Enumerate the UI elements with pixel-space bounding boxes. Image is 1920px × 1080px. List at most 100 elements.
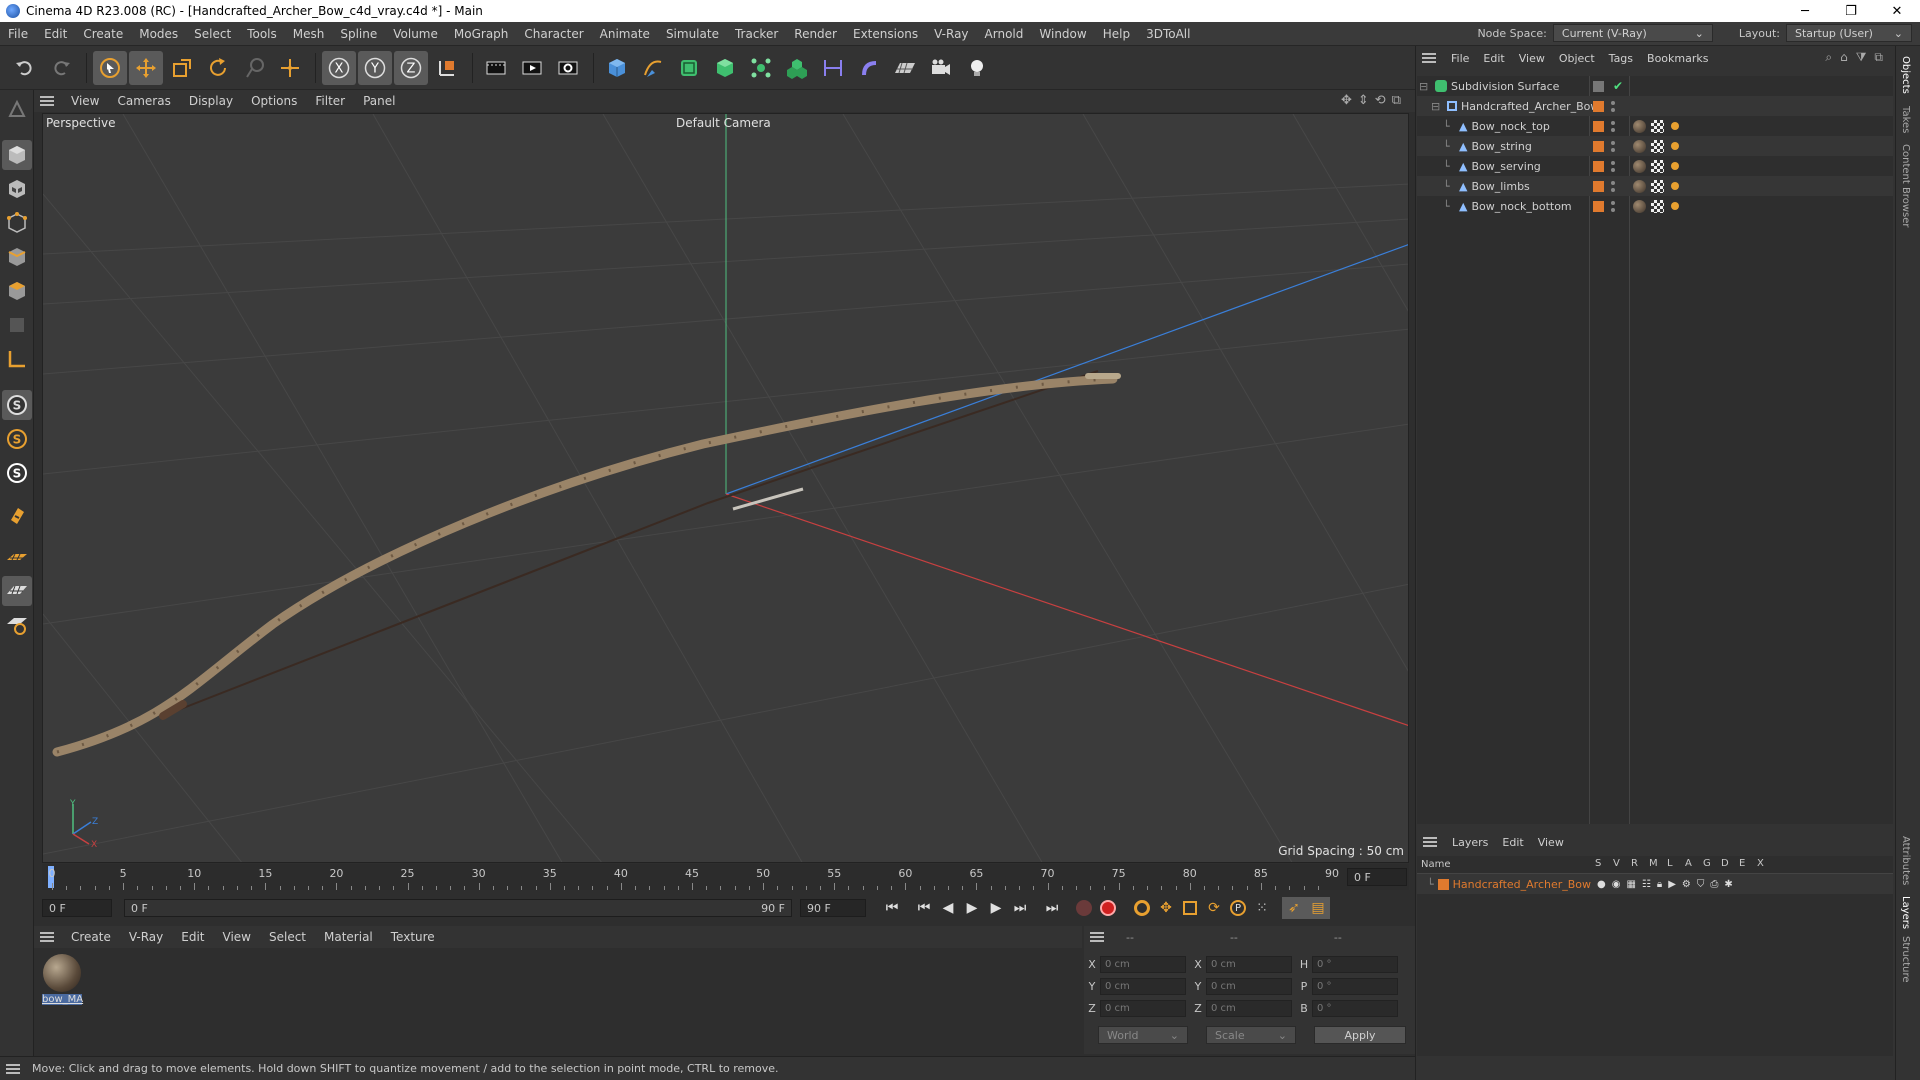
next-frame-button[interactable]: ▶: [984, 897, 1008, 919]
layer-color-icon[interactable]: [1593, 200, 1604, 212]
viewport-menu-filter[interactable]: Filter: [306, 94, 354, 108]
menu-spline[interactable]: Spline: [332, 27, 385, 41]
start-frame-field[interactable]: 0 F: [42, 899, 112, 917]
layer-menu-icon[interactable]: [1423, 837, 1437, 847]
viewport-rotate-icon[interactable]: ⟲: [1375, 93, 1386, 108]
menu-tracker[interactable]: Tracker: [727, 27, 786, 41]
layer-deformer-icon[interactable]: ⛉: [1697, 879, 1705, 890]
field-button[interactable]: [852, 51, 886, 85]
perspective-viewport[interactable]: Perspective Default Camera Grid Spacing …: [42, 113, 1409, 863]
render-view-button[interactable]: [515, 51, 549, 85]
transform-tool-button[interactable]: [273, 51, 307, 85]
side-tab-content-browser[interactable]: Content Browser: [1900, 144, 1911, 227]
viewport-camera-name[interactable]: Default Camera: [676, 116, 771, 130]
object-row-bow-nock-bottom[interactable]: └ ▲ Bow_nock_bottom: [1417, 196, 1893, 216]
pen-spline-button[interactable]: [636, 51, 670, 85]
filter-icon[interactable]: ⧩: [1856, 50, 1867, 65]
phong-tag-icon[interactable]: [1671, 122, 1679, 130]
size-x-field[interactable]: 0 cm: [1206, 955, 1292, 973]
make-editable-button[interactable]: [2, 94, 32, 124]
home-icon[interactable]: ⌂: [1840, 50, 1848, 65]
layer-flag-header[interactable]: A: [1685, 858, 1703, 869]
x-axis-button[interactable]: X: [322, 50, 356, 85]
object-row-subdivision-surface[interactable]: ⊟ Subdivision Surface ✔: [1417, 76, 1893, 96]
workplane-button[interactable]: [2, 542, 32, 572]
object-menu-edit[interactable]: Edit: [1476, 52, 1511, 65]
layer-color-icon[interactable]: [1593, 120, 1604, 132]
layer-flag-header[interactable]: E: [1739, 858, 1757, 869]
menu-extensions[interactable]: Extensions: [845, 27, 926, 41]
object-menu-view[interactable]: View: [1512, 52, 1552, 65]
layer-color-icon[interactable]: [1593, 180, 1604, 192]
coordinates-menu-icon[interactable]: [1090, 932, 1104, 942]
menu-select[interactable]: Select: [186, 27, 239, 41]
extrude-button[interactable]: [708, 51, 742, 85]
object-menu-tags[interactable]: Tags: [1602, 52, 1640, 65]
go-to-start-button[interactable]: ⏮: [880, 897, 904, 919]
visibility-dots-icon[interactable]: [1611, 160, 1615, 172]
timeline-ruler[interactable]: 0 F 0 5 10 15 20 25 30 35 40 45 50 55 60 65 70 75 80 85 90: [42, 864, 1409, 890]
grid-button[interactable]: [2, 576, 32, 606]
menu-arnold[interactable]: Arnold: [977, 27, 1032, 41]
layer-visible-icon[interactable]: ◉: [1612, 879, 1621, 890]
menu-3dtoall[interactable]: 3DToAll: [1138, 27, 1198, 41]
menu-window[interactable]: Window: [1031, 27, 1094, 41]
menu-animate[interactable]: Animate: [592, 27, 658, 41]
key-position-button[interactable]: ✥: [1154, 897, 1178, 919]
viewport-pan-icon[interactable]: ✥: [1341, 93, 1352, 108]
end-frame-field[interactable]: 90 F: [800, 899, 866, 917]
layer-xref-icon[interactable]: ✱: [1724, 879, 1732, 890]
workplane-snap-button[interactable]: S: [2, 458, 32, 488]
layer-flag-header[interactable]: X: [1757, 858, 1775, 869]
next-key-button[interactable]: ⏭: [1008, 897, 1032, 919]
select-tool-button[interactable]: [93, 50, 127, 85]
status-menu-icon[interactable]: [6, 1063, 20, 1074]
close-button[interactable]: ✕: [1874, 0, 1920, 22]
play-button[interactable]: ▶: [960, 897, 984, 919]
layer-menu-view[interactable]: View: [1531, 836, 1571, 849]
layer-color-icon[interactable]: [1593, 140, 1604, 152]
uvw-tag-icon[interactable]: [1651, 179, 1664, 193]
material-tag-icon[interactable]: [1633, 139, 1646, 153]
floor-button[interactable]: [888, 51, 922, 85]
viewport-zoom-icon[interactable]: ⇕: [1358, 93, 1369, 108]
array-button[interactable]: [780, 51, 814, 85]
material-menu-view[interactable]: View: [214, 930, 260, 944]
layer-generator-icon[interactable]: ⚙: [1682, 879, 1691, 890]
object-row-archer-bow[interactable]: ⊟ Handcrafted_Archer_Bow: [1417, 96, 1893, 116]
layer-color-icon[interactable]: [1593, 100, 1604, 112]
layer-flag-header[interactable]: S: [1595, 858, 1613, 869]
autokey-button[interactable]: [1072, 897, 1096, 919]
edges-mode-button[interactable]: [2, 242, 32, 272]
timeline-button[interactable]: ▤: [1306, 897, 1330, 919]
layer-menu-layers[interactable]: Layers: [1445, 836, 1495, 849]
uv-mode-button[interactable]: [2, 310, 32, 340]
rotation-b-field[interactable]: 0 °: [1312, 999, 1398, 1017]
z-axis-button[interactable]: Z: [394, 50, 428, 85]
collapse-icon[interactable]: ⊟: [1419, 80, 1431, 93]
side-tab-objects[interactable]: Objects: [1900, 56, 1911, 94]
menu-render[interactable]: Render: [786, 27, 845, 41]
y-axis-button[interactable]: Y: [358, 50, 392, 85]
keyframe-selection-button[interactable]: [1130, 897, 1154, 919]
position-y-field[interactable]: 0 cm: [1100, 977, 1186, 995]
viewport-menu-icon[interactable]: [40, 96, 54, 106]
locked-workplane-button[interactable]: [2, 610, 32, 640]
uvw-tag-icon[interactable]: [1651, 139, 1664, 153]
apply-button[interactable]: Apply: [1314, 1026, 1406, 1044]
motion-system-button[interactable]: ➶: [1282, 897, 1306, 919]
soft-selection-button[interactable]: [2, 500, 32, 530]
layer-row[interactable]: └ Handcrafted_Archer_Bow ● ◉ ▦ ☷ 🔒︎ ▶ ⚙ …: [1417, 874, 1893, 894]
material-tag-icon[interactable]: [1633, 159, 1646, 173]
rotate-tool-button[interactable]: [201, 51, 235, 85]
uvw-tag-icon[interactable]: [1651, 159, 1664, 173]
object-row-bow-limbs[interactable]: └ ▲ Bow_limbs: [1417, 176, 1893, 196]
viewport-menu-cameras[interactable]: Cameras: [108, 94, 179, 108]
frame-range-slider[interactable]: 0 F 90 F: [124, 899, 792, 917]
material-menu-texture[interactable]: Texture: [382, 930, 444, 944]
side-tab-layers[interactable]: Layers: [1900, 896, 1911, 929]
maximize-button[interactable]: ❐: [1828, 0, 1874, 22]
menu-tools[interactable]: Tools: [239, 27, 285, 41]
object-row-bow-nock-top[interactable]: └ ▲ Bow_nock_top: [1417, 116, 1893, 136]
render-region-button[interactable]: [479, 51, 513, 85]
